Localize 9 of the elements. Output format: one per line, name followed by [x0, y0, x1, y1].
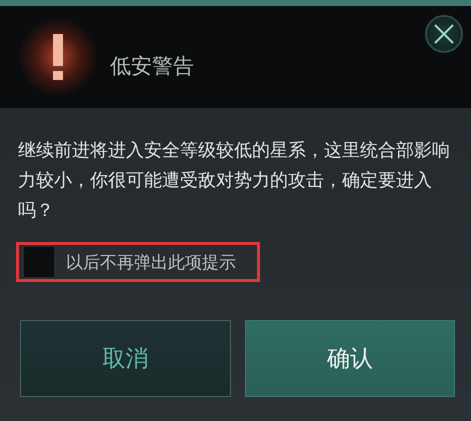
close-icon — [433, 23, 455, 45]
dialog-title: 低安警告 — [110, 53, 194, 80]
cancel-button[interactable]: 取消 — [20, 320, 230, 397]
confirm-button[interactable]: 确认 — [244, 320, 455, 397]
dont-show-again-option[interactable]: 以后不再弹出此项提示 — [16, 242, 260, 282]
checkbox[interactable] — [24, 247, 54, 277]
close-button[interactable] — [425, 15, 463, 53]
option-label: 以后不再弹出此项提示 — [66, 252, 236, 274]
warning-message: 继续前进将进入安全等级较低的星系，这里统合部影响力较小，你很可能遭受敌对势力的攻击，确定要进入吗？ — [18, 139, 451, 223]
